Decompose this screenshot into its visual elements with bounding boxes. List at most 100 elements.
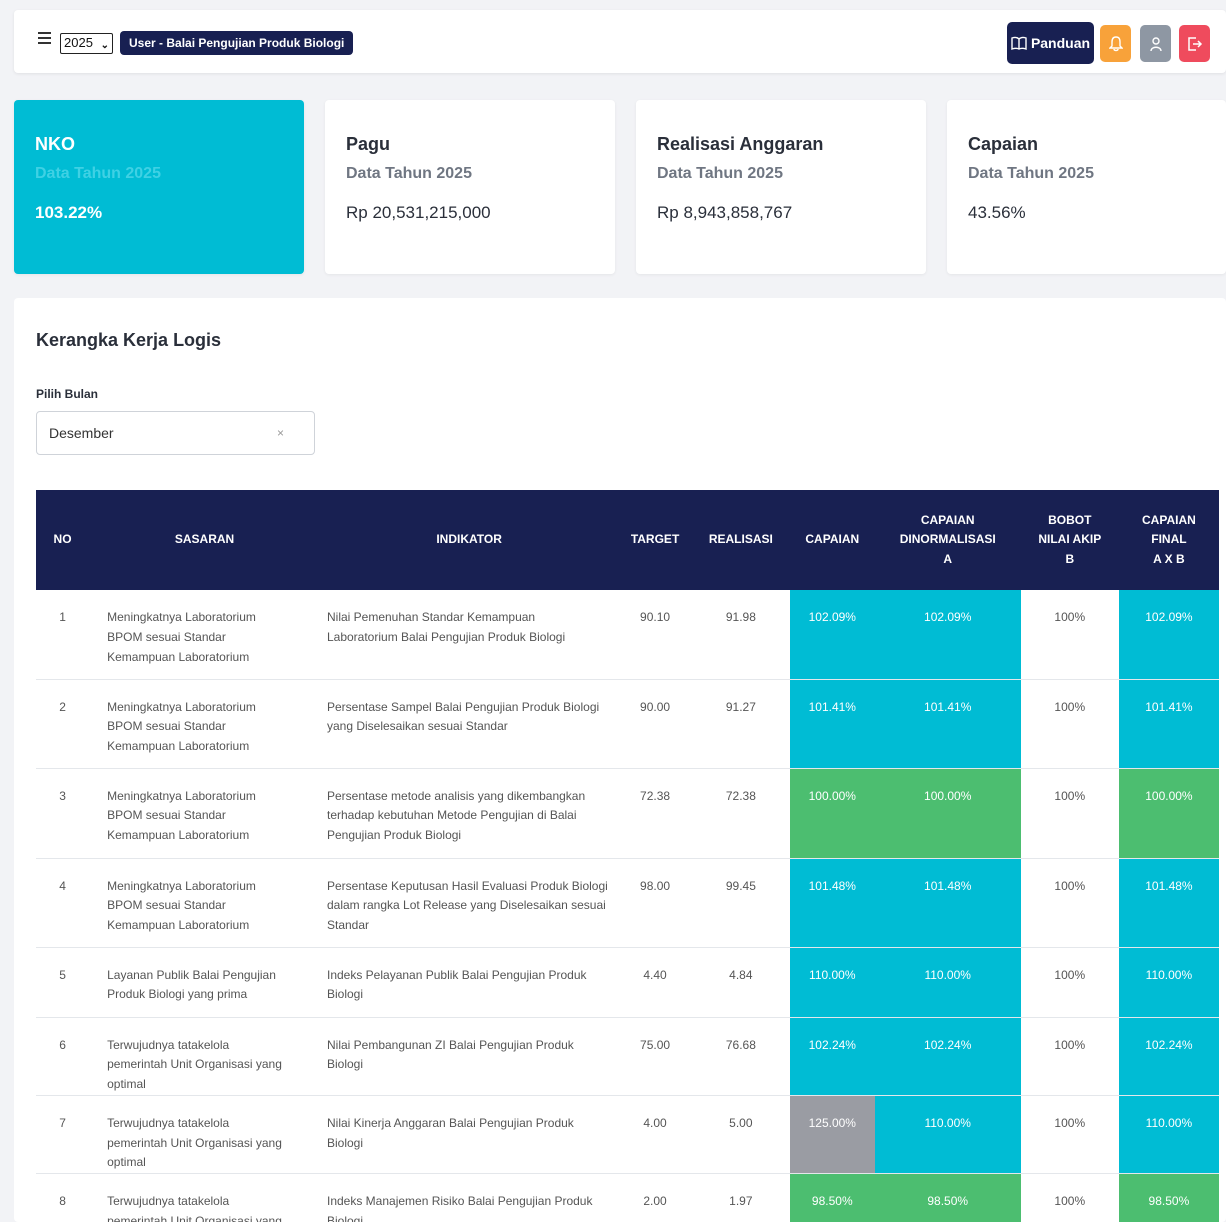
row-capaian-dinormalisasi: 110.00% — [874, 1095, 1021, 1175]
row-realisasi: 91.27 — [691, 679, 790, 769]
col-final-line3: A X B — [1153, 551, 1185, 566]
row-sasaran: Layanan Publik Balai Pengujian Produk Bi… — [89, 947, 320, 1018]
card-value: Rp 20,531,215,000 — [346, 203, 491, 222]
clear-icon[interactable]: × — [277, 412, 284, 454]
col-norm-line1: CAPAIAN — [920, 513, 975, 528]
row-capaian-dinormalisasi: 110.00% — [874, 947, 1021, 1018]
row-capaian-final: 110.00% — [1118, 947, 1219, 1018]
row-no: 8 — [36, 1173, 90, 1222]
row-capaian: 110.00% — [789, 947, 875, 1018]
row-target: 98.00 — [618, 858, 692, 948]
row-bobot: 100% — [1020, 1017, 1119, 1096]
col-bobot-line2: NILAI AKIP — [1038, 532, 1102, 547]
row-no: 4 — [36, 858, 90, 948]
row-bobot: 100% — [1020, 679, 1119, 769]
row-indikator: Nilai Pemenuhan Standar Kemampuan Labora… — [319, 590, 619, 680]
row-bobot: 100% — [1020, 1173, 1119, 1222]
row-capaian-final: 110.00% — [1118, 1095, 1219, 1175]
row-capaian: 102.24% — [789, 1017, 875, 1096]
row-capaian: 101.48% — [789, 858, 875, 948]
col-norm-line2: DINORMALISASI — [899, 532, 996, 547]
col-final-line1: CAPAIAN — [1142, 513, 1196, 528]
col-realisasi: REALISASI — [691, 490, 790, 590]
logout-button[interactable] — [1179, 25, 1210, 62]
row-capaian-final: 100.00% — [1118, 768, 1219, 859]
row-indikator: Nilai Kinerja Anggaran Balai Pengujian P… — [319, 1095, 619, 1175]
row-capaian: 101.41% — [789, 679, 875, 769]
table-row: 1 Meningkatnya Laboratorium BPOM sesuai S… — [36, 590, 1219, 680]
profile-button[interactable] — [1140, 25, 1171, 62]
card-value: 103.22% — [35, 203, 103, 222]
menu-icon[interactable] — [38, 32, 51, 45]
row-sasaran: Meningkatnya Laboratorium BPOM sesuai St… — [89, 679, 320, 769]
row-capaian-dinormalisasi: 102.09% — [874, 590, 1021, 680]
row-target: 4.00 — [618, 1095, 692, 1175]
year-select[interactable]: 2025 ⌄ — [60, 33, 113, 54]
row-target: 72.38 — [618, 768, 692, 859]
row-no: 2 — [36, 679, 90, 769]
user-icon — [1149, 36, 1162, 51]
table-header-row: NO SASARAN INDIKATOR TARGET REALISASI CA… — [36, 490, 1219, 590]
row-target: 90.00 — [618, 679, 692, 769]
row-capaian: 102.09% — [789, 590, 875, 680]
row-realisasi: 76.68 — [691, 1017, 790, 1096]
card-title: Capaian — [968, 134, 1039, 154]
card-title: Realisasi Anggaran — [657, 134, 824, 154]
notification-button[interactable] — [1100, 25, 1131, 62]
row-no: 1 — [36, 590, 90, 680]
user-badge: User - Balai Pengujian Produk Biologi — [120, 31, 354, 55]
col-norm-line3: A — [943, 551, 953, 566]
row-bobot: 100% — [1020, 1095, 1119, 1175]
row-no: 6 — [36, 1017, 90, 1096]
card-subtitle: Data Tahun 2025 — [35, 165, 161, 182]
panduan-label: Panduan — [1030, 35, 1091, 51]
table-row: 7 Terwujudnya tatakelola pemerintah Unit … — [36, 1095, 1219, 1175]
row-capaian: 100.00% — [789, 768, 875, 859]
kerangka-panel: Kerangka Kerja Logis Pilih Bulan Desembe… — [14, 298, 1226, 1222]
col-bobot-line3: B — [1065, 551, 1075, 566]
card-nko: NKO Data Tahun 2025 103.22% — [14, 100, 304, 274]
row-sasaran: Meningkatnya Laboratorium BPOM sesuai St… — [89, 768, 320, 859]
book-icon — [1011, 36, 1027, 50]
row-target: 2.00 — [618, 1173, 692, 1222]
table-row: 3 Meningkatnya Laboratorium BPOM sesuai S… — [36, 768, 1219, 859]
row-capaian-final: 102.09% — [1118, 590, 1219, 680]
row-capaian-final: 102.24% — [1118, 1017, 1219, 1096]
row-sasaran: Terwujudnya tatakelola pemerintah Unit O… — [89, 1017, 320, 1096]
table-row: 4 Meningkatnya Laboratorium BPOM sesuai S… — [36, 858, 1219, 948]
row-bobot: 100% — [1020, 590, 1119, 680]
col-bobot: BOBOT NILAI AKIP B — [1020, 490, 1119, 590]
row-no: 3 — [36, 768, 90, 859]
row-indikator: Persentase metode analisis yang dikemban… — [319, 768, 619, 859]
panduan-button[interactable]: Panduan — [1007, 22, 1094, 64]
row-capaian-dinormalisasi: 101.48% — [874, 858, 1021, 948]
table-row: 6 Terwujudnya tatakelola pemerintah Unit … — [36, 1017, 1219, 1096]
card-realisasi-anggaran: Realisasi Anggaran Data Tahun 2025 Rp 8,… — [636, 100, 926, 274]
row-realisasi: 99.45 — [691, 858, 790, 948]
section-title: Kerangka Kerja Logis — [36, 330, 222, 350]
month-select[interactable]: Desember × — [36, 411, 315, 455]
card-subtitle: Data Tahun 2025 — [346, 165, 472, 182]
row-capaian-final: 98.50% — [1118, 1173, 1219, 1222]
row-realisasi: 91.98 — [691, 590, 790, 680]
row-target: 75.00 — [618, 1017, 692, 1096]
col-sasaran: SASARAN — [89, 490, 320, 590]
row-capaian-final: 101.48% — [1118, 858, 1219, 948]
kinerja-table: NO SASARAN INDIKATOR TARGET REALISASI CA… — [36, 490, 1219, 1222]
row-indikator: Persentase Keputusan Hasil Evaluasi Prod… — [319, 858, 619, 948]
card-subtitle: Data Tahun 2025 — [657, 165, 783, 182]
top-navbar: 2025 ⌄ User - Balai Pengujian Produk Bio… — [14, 10, 1226, 73]
row-no: 5 — [36, 947, 90, 1018]
row-bobot: 100% — [1020, 947, 1119, 1018]
month-label: Pilih Bulan — [36, 387, 99, 401]
table-row: 2 Meningkatnya Laboratorium BPOM sesuai S… — [36, 679, 1219, 769]
row-indikator: Indeks Manajemen Risiko Balai Pengujian … — [319, 1173, 619, 1222]
row-sasaran: Meningkatnya Laboratorium BPOM sesuai St… — [89, 858, 320, 948]
row-target: 4.40 — [618, 947, 692, 1018]
col-target: TARGET — [618, 490, 692, 590]
row-capaian-final: 101.41% — [1118, 679, 1219, 769]
row-capaian-dinormalisasi: 100.00% — [874, 768, 1021, 859]
card-pagu: Pagu Data Tahun 2025 Rp 20,531,215,000 — [325, 100, 615, 274]
row-target: 90.10 — [618, 590, 692, 680]
row-indikator: Persentase Sampel Balai Pengujian Produk… — [319, 679, 619, 769]
